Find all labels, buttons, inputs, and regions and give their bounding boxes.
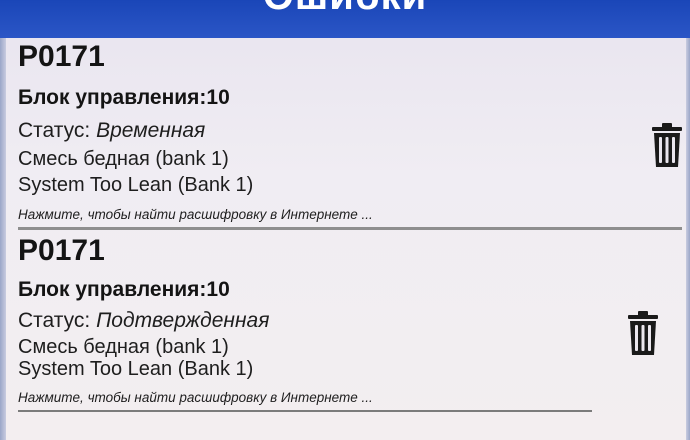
search-online-link[interactable]: Нажмите, чтобы найти расшифровку в Интер…	[18, 207, 373, 222]
trash-icon[interactable]	[626, 310, 660, 356]
status-label: Статус:	[18, 119, 91, 142]
header-title: Ошибки	[0, 0, 690, 19]
left-edge	[0, 38, 6, 440]
ecu-label: Блок управления:10	[18, 86, 230, 109]
description-en: System Too Lean (Bank 1)	[18, 358, 254, 380]
dtc-code: P0171	[18, 234, 105, 267]
description-ru: Смесь бедная (bank 1)	[18, 148, 229, 170]
description-ru: Смесь бедная (bank 1)	[18, 336, 229, 358]
status-value: Временная	[96, 119, 206, 142]
app-header: Ошибки	[0, 0, 690, 38]
status-line: Статус: Подтвержденная	[18, 309, 269, 333]
divider	[18, 410, 592, 412]
trash-icon[interactable]	[650, 122, 684, 168]
divider	[18, 227, 682, 230]
right-edge	[686, 38, 690, 440]
status-value: Подтвержденная	[96, 309, 270, 332]
status-label: Статус:	[18, 309, 91, 332]
search-online-link[interactable]: Нажмите, чтобы найти расшифровку в Интер…	[18, 390, 373, 405]
status-line: Статус: Временная	[18, 119, 205, 143]
dtc-code: P0171	[18, 40, 105, 73]
description-en: System Too Lean (Bank 1)	[18, 174, 254, 196]
ecu-label: Блок управления:10	[18, 278, 230, 301]
